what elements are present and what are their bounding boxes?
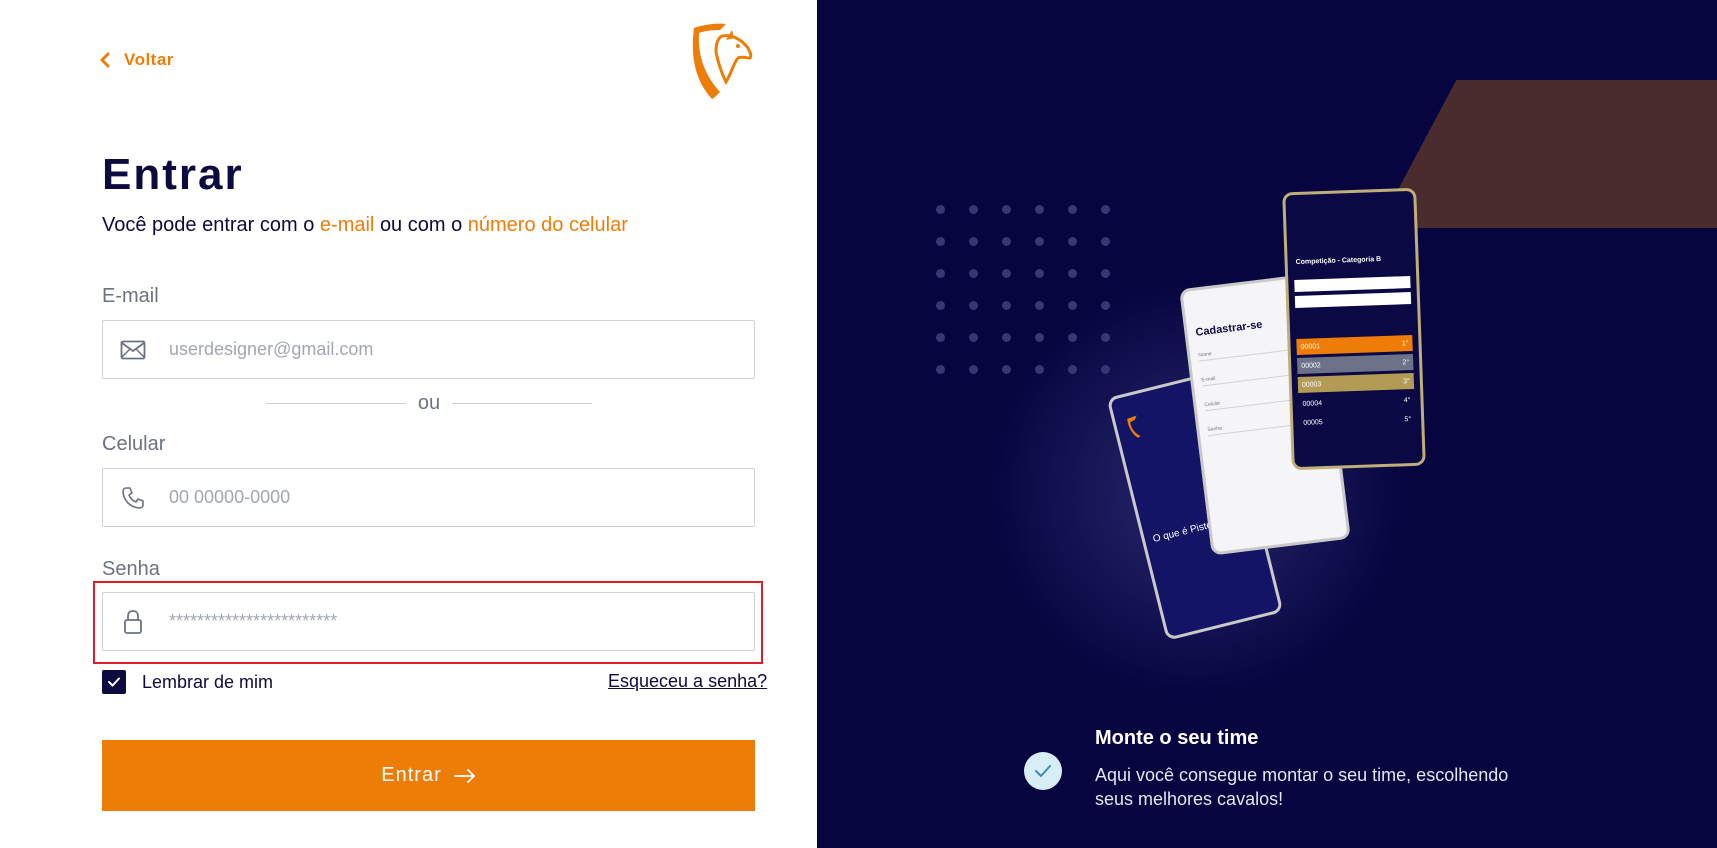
forgot-password-link[interactable]: Esqueceu a senha?: [608, 671, 767, 692]
phone-field[interactable]: [102, 468, 755, 527]
phone-label: Celular: [102, 433, 166, 455]
phone-icon: [103, 486, 163, 510]
password-label: Senha: [102, 558, 160, 580]
subtitle-email: e-mail: [319, 214, 375, 236]
dot-grid-decoration: [936, 205, 1111, 374]
email-label: E-mail: [102, 285, 159, 307]
email-input[interactable]: [169, 339, 754, 360]
password-highlight-box: [93, 581, 763, 664]
login-panel: Voltar Entrar Você pode entrar com o e-m…: [0, 0, 817, 848]
feature-check-icon: [1024, 752, 1062, 790]
remember-me[interactable]: Lembrar de mim: [102, 670, 273, 694]
or-divider: ou: [266, 392, 592, 415]
subtitle-mid: ou com o: [379, 214, 463, 236]
mini-logo-icon: [1127, 415, 1141, 438]
divider-line-right: [452, 402, 592, 405]
feature-title: Monte o seu time: [1095, 727, 1259, 749]
feature-description: Aqui você consegue montar o seu time, es…: [1095, 765, 1509, 809]
back-link[interactable]: Voltar: [100, 50, 174, 70]
phone-input[interactable]: [169, 487, 754, 508]
submit-label: Entrar: [381, 764, 442, 786]
chevron-left-icon: [100, 52, 110, 68]
submit-button[interactable]: Entrar: [102, 740, 755, 811]
divider-line-left: [266, 402, 406, 405]
horse-shield-logo: [692, 23, 753, 99]
check-icon: [108, 677, 120, 687]
back-label: Voltar: [124, 50, 174, 69]
subtitle-prefix: Você pode entrar com o: [102, 214, 315, 236]
page-title: Entrar: [102, 150, 244, 199]
subtitle-phone: número do celular: [467, 214, 628, 236]
arrow-right-icon: [453, 768, 475, 783]
page-subtitle: Você pode entrar com o e-mail ou com o n…: [102, 214, 628, 237]
remember-checkbox[interactable]: [102, 670, 126, 694]
email-field[interactable]: [102, 320, 755, 379]
phone-mockup-ranking: Competição - Categoria B 00001 1° 00002 2°…: [1282, 187, 1426, 471]
remember-label: Lembrar de mim: [142, 671, 274, 692]
divider-label: ou: [417, 392, 441, 414]
mail-icon: [103, 340, 163, 360]
promo-panel: O que é Pisteiro? Cadastrar-se Nome E-ma…: [817, 0, 1717, 848]
